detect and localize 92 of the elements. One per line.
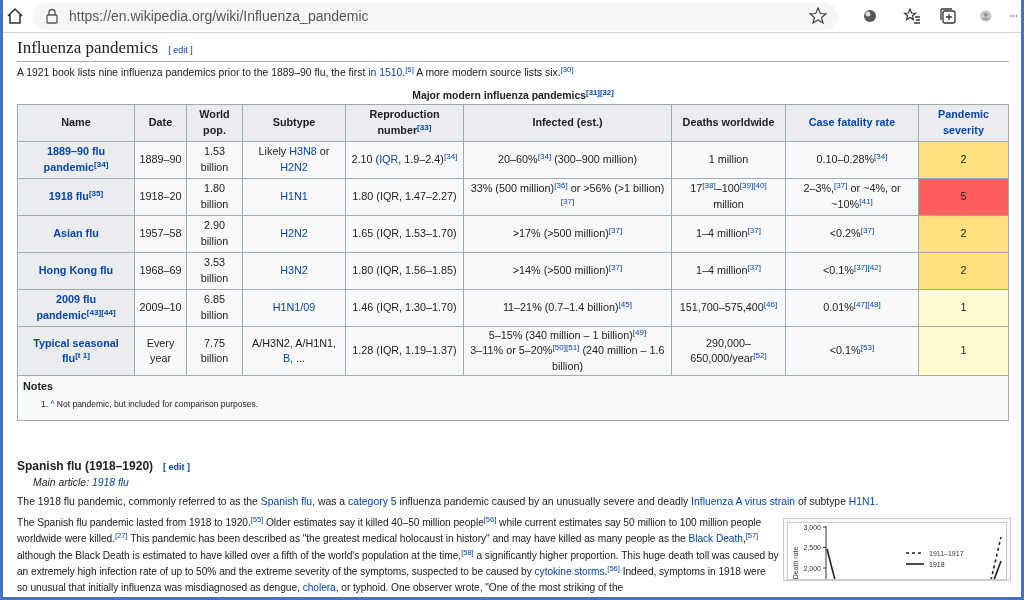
table-cell: 1.80 (IQR, 1.56–1.85): [345, 252, 464, 290]
table-cell: 1.80 (IQR, 1.47–2.27): [345, 178, 464, 216]
column-header: Infected (est.): [463, 104, 672, 142]
main-article-note: Main article: 1918 flu: [33, 476, 130, 491]
table-cell: 3.53 billion: [186, 252, 243, 290]
column-header: World pop.: [186, 104, 243, 142]
table-cell: 1–4 million$^{[37]}$: [671, 215, 786, 253]
table-cell: 0.10–0.28%$^{[34]}$: [785, 141, 919, 179]
notes-heading: Notes: [23, 379, 54, 395]
table-cell: 1957–58: [134, 215, 187, 253]
table-cell: >14% (>500 million)$^{[37]}$: [463, 252, 672, 290]
y-axis: [822, 525, 827, 580]
link[interactable]: 2009 flu pandemic$^{[43][44]}$: [27, 292, 125, 324]
link[interactable]: Pandemic severity: [922, 107, 1005, 139]
table-cell: 290,000–650,000/year$^{[52]}$: [671, 326, 786, 376]
note-text: 1. ^ Not pandemic, but included for comparison purposes.: [41, 397, 260, 411]
link[interactable]: H2N2: [280, 226, 308, 242]
table-cell: >17% (>500 million)$^{[37]}$: [463, 215, 672, 253]
table-cell: 2.90 billion: [186, 215, 243, 253]
table-cell: 1889–90: [134, 141, 187, 179]
table-cell: <0.1%$^{[37][42]}$: [785, 252, 919, 290]
link[interactable]: H1N1/09: [272, 300, 316, 316]
table-cell: 2009–10: [134, 289, 187, 327]
column-header: Subtype: [242, 104, 346, 142]
table-caption: Major modern influenza pandemics$^{[31][32]}$: [411, 87, 615, 103]
column-header: Reproduction number$^{[33]}$: [345, 104, 464, 142]
edit-link[interactable]: [ edit ]: [163, 461, 191, 475]
address-bar[interactable]: https://en.wikipedia.org/wiki/Influenza_pandemic: [33, 2, 838, 30]
link[interactable]: ^: [50, 398, 55, 409]
link[interactable]: Influenza A virus strain: [691, 496, 796, 508]
table-cell: <0.2%$^{[37]}$: [785, 215, 919, 253]
column-header: Deaths worldwide: [671, 104, 786, 142]
link[interactable]: 1918 flu$^{[35]}$: [48, 189, 104, 205]
severity-cell: 2: [918, 215, 1009, 253]
link[interactable]: H2N2: [280, 160, 308, 173]
star-icon[interactable]: [808, 6, 828, 26]
table-cell: Every year: [134, 326, 187, 376]
link[interactable]: category 5: [347, 496, 397, 508]
table-cell: 17$^{[38]}$–100$^{[39][40]}$ million: [671, 178, 786, 216]
table-cell: 1.46 (IQR, 1.30–1.70): [345, 289, 464, 327]
link[interactable]: H3N8: [289, 145, 317, 158]
severity-cell: 1: [918, 289, 1009, 327]
table-cell: A/H3N2, A/H1N1, B, ...: [242, 326, 346, 376]
link[interactable]: cytokine storms: [534, 566, 605, 578]
link[interactable]: H3N2: [280, 263, 308, 279]
column-header: Date: [134, 104, 187, 142]
paragraph: The 1918 flu pandemic, commonly referred to as the Spanish flu, was a category 5 influenza pandemic caused by an unusually severe and deadly Influenza A virus strain of subtype H1N1.: [17, 495, 880, 510]
table-cell: 1–4 million$^{[37]}$: [671, 252, 786, 290]
link[interactable]: cholera: [302, 582, 336, 594]
link[interactable]: in 1510: [368, 66, 403, 78]
link[interactable]: Black Death: [688, 533, 743, 545]
table-cell: 2–3%,$^{[37]}$ or ~4%, or ~10%$^{[41]}$: [785, 178, 919, 216]
link[interactable]: Hong Kong flu: [38, 263, 114, 279]
table-cell: 1918–20: [134, 178, 187, 216]
table-cell: 11–21% (0.7–1.4 billion)$^{[45]}$: [463, 289, 672, 327]
table-cell: 1 million: [671, 141, 786, 179]
table-cell: 1.28 (IQR, 1.19–1.37): [345, 326, 464, 376]
favorites-icon[interactable]: [902, 6, 922, 26]
table-cell: 1.65 (IQR, 1.53–1.70): [345, 215, 464, 253]
table-cell: 6.85 billion: [186, 289, 243, 327]
link[interactable]: Case fatality rate: [808, 115, 896, 131]
link[interactable]: 1889–90 flu pandemic$^{[34]}$: [27, 144, 125, 176]
paragraph: The Spanish flu pandemic lasted from 1918 to 1920.$^{[55]}$ Older estimates say it killed 40–50 million people$^{[56]}$ while current estimates say 50 million to 100 million people worldwide were killed.$^{[27]}$ This pandemic has been described as "the greatest medical holocaust in history" and may have killed as many people as the Black Death,$^{[57]}$ although the Black Death is estimated to have killed over a fifth of the world's population at the time,$^{[58]}$ a significantly higher proportion. This huge death toll was caused by an extremely high infection rate of up to 50% and the extreme severity of the symptoms, suspected to be caused by cytokine storms.$^{[56]}$ Indeed, symptoms in 1918 were so unusual that initially influenza was misdiagnosed as dengue, cholera, or typhoid. One observer wrote, "One of the most striking of the: [17, 514, 779, 596]
table-cell: <0.1%$^{[53]}$: [785, 326, 919, 376]
severity-cell: 2: [918, 141, 1009, 179]
lock-icon[interactable]: [45, 8, 59, 24]
severity-cell: 5: [918, 178, 1009, 216]
url-text: https://en.wikipedia.org/wiki/Influenza_pandemic: [69, 6, 370, 26]
paragraph: A 1921 book lists nine influenza pandemics prior to the 1889–90 flu, the first in 1510.$^{[6]}$ A more modern source lists six.$^{[30]}$: [17, 64, 575, 80]
section-heading: Influenza pandemics: [17, 37, 159, 59]
table-cell: 0.01%$^{[47][48]}$: [785, 289, 919, 327]
table-cell: 2.10 (IQR, 1.9–2.4)$^{[34]}$: [345, 141, 464, 179]
table-cell: 151,700–575,400$^{[46]}$: [671, 289, 786, 327]
table-cell: Likely H3N8 or H2N2: [242, 141, 346, 179]
subsection-heading: Spanish flu (1918–1920): [17, 458, 154, 476]
collections-icon[interactable]: [938, 6, 958, 26]
table-cell: 1.80 billion: [186, 178, 243, 216]
table-cell: 20–60%$^{[34]}$ (300–900 million): [463, 141, 672, 179]
severity-cell: 1: [918, 326, 1009, 376]
table-cell: 1968–69: [134, 252, 187, 290]
link[interactable]: Typical seasonal flu$^{[t 1]}$: [27, 335, 125, 367]
table-cell: 1.53 billion: [186, 141, 243, 179]
link[interactable]: H1N1: [280, 189, 308, 205]
home-icon[interactable]: [5, 6, 25, 26]
table-cell: 7.75 billion: [186, 326, 243, 376]
edit-link[interactable]: [ edit ]: [168, 44, 193, 58]
table-cell: 5–15% (340 million – 1 billion)$^{[49]}$ 3–11% or 5–20%$^{[50][51]}$ (240 million – 1.6 billion): [463, 326, 672, 376]
legend-line: [905, 563, 925, 565]
severity-cell: 2: [918, 252, 1009, 290]
link[interactable]: Asian flu: [53, 226, 99, 242]
column-header: Name: [17, 104, 135, 142]
link[interactable]: 1918 flu: [91, 477, 129, 489]
